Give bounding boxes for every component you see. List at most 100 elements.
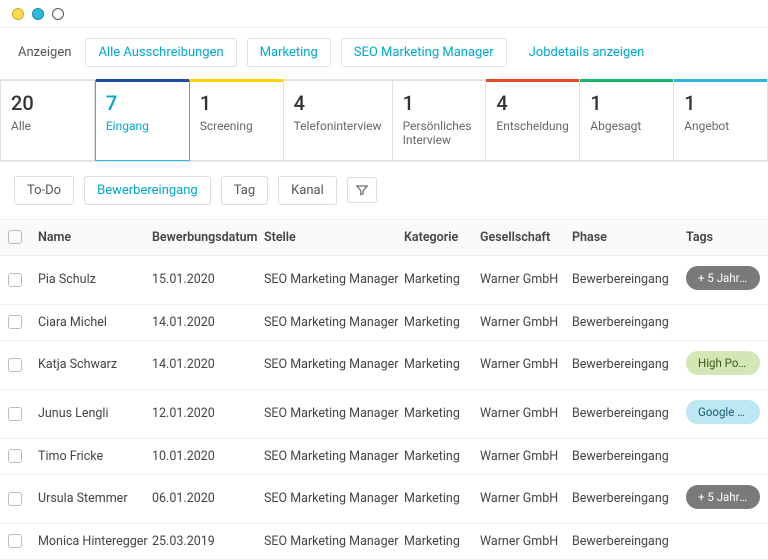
stage-color-bar <box>580 79 673 82</box>
filter-inbox[interactable]: Bewerbereingang <box>84 176 211 205</box>
stage-count: 1 <box>200 91 273 115</box>
stage-color-bar <box>674 79 767 82</box>
window-dot-blue <box>32 8 44 20</box>
cell-position: SEO Marketing Manager <box>264 357 400 372</box>
stage-telefoninterview[interactable]: 4 Telefoninterview <box>284 80 393 161</box>
stage-color-bar <box>486 79 579 82</box>
stage-label: Angebot <box>684 119 757 133</box>
table-row[interactable]: Ursula Stemmer06.01.2020SEO Marketing Ma… <box>0 475 768 524</box>
job-details-link[interactable]: Jobdetails anzeigen <box>517 39 657 66</box>
tag-pill[interactable]: High Potential <box>686 351 760 375</box>
filter-tag[interactable]: Tag <box>221 176 268 205</box>
cell-category: Marketing <box>404 272 476 287</box>
col-phase[interactable]: Phase <box>572 230 682 245</box>
cell-tags: + 5 Jahre Berufser... <box>686 266 760 294</box>
cell-name: Katja Schwarz <box>38 357 148 372</box>
cell-category: Marketing <box>404 357 476 372</box>
tag-pill[interactable]: + 5 Jahre Berufser... <box>686 266 760 290</box>
row-checkbox[interactable] <box>8 492 22 506</box>
crumb-all-postings[interactable]: Alle Ausschreibungen <box>85 38 236 67</box>
filter-icon[interactable] <box>347 177 377 203</box>
col-tags[interactable]: Tags <box>686 230 760 245</box>
table-body: Pia Schulz15.01.2020SEO Marketing Manage… <box>0 256 768 560</box>
stage-label: Persönliches Interview <box>403 119 476 148</box>
cell-date: 10.01.2020 <box>152 449 260 464</box>
cell-name: Timo Fricke <box>38 449 148 464</box>
col-name[interactable]: Name <box>38 230 148 245</box>
row-checkbox[interactable] <box>8 315 22 329</box>
cell-position: SEO Marketing Manager <box>264 491 400 506</box>
col-position[interactable]: Stelle <box>264 230 400 245</box>
stage-eingang[interactable]: 7Eingang <box>95 80 190 161</box>
stage-count: 1 <box>684 91 757 115</box>
stage-color-bar <box>96 79 189 82</box>
crumb-position[interactable]: SEO Marketing Manager <box>341 38 507 67</box>
table-row[interactable]: Katja Schwarz 14.01.2020 SEO Marketing Man… <box>0 341 768 390</box>
table-row[interactable]: Junus Lengli12.01.2020SEO Marketing Mana… <box>0 390 768 439</box>
cell-position: SEO Marketing Manager <box>264 534 400 549</box>
table-row[interactable]: Pia Schulz15.01.2020SEO Marketing Manage… <box>0 256 768 305</box>
cell-position: SEO Marketing Manager <box>264 406 400 421</box>
stage-count: 1 <box>590 91 663 115</box>
cell-phase: Bewerbereingang <box>572 357 682 372</box>
cell-category: Marketing <box>404 534 476 549</box>
cell-company: Warner GmbH <box>480 357 568 372</box>
stage-count: 1 <box>403 91 476 115</box>
stage-label: Telefoninterview <box>294 119 382 133</box>
stage-alle[interactable]: 20Alle <box>0 80 95 161</box>
stage-label: Entscheidung <box>496 119 569 133</box>
stage-entscheidung[interactable]: 4 Entscheidung <box>486 80 580 161</box>
table-row[interactable]: Monica Hinteregger 25.03.2019 SEO Marketin… <box>0 524 768 560</box>
stage-label: Alle <box>11 119 84 133</box>
cell-tags: + 5 Jahre Berufser... <box>686 485 760 513</box>
cell-category: Marketing <box>404 406 476 421</box>
cell-date: 14.01.2020 <box>152 315 260 330</box>
cell-company: Warner GmbH <box>480 272 568 287</box>
cell-date: 12.01.2020 <box>152 406 260 421</box>
filter-todo[interactable]: To-Do <box>14 176 74 205</box>
col-category[interactable]: Kategorie <box>404 230 476 245</box>
cell-date: 15.01.2020 <box>152 272 260 287</box>
cell-phase: Bewerbereingang <box>572 406 682 421</box>
cell-date: 14.01.2020 <box>152 357 260 372</box>
filter-channel[interactable]: Kanal <box>278 176 337 205</box>
stage-count: 4 <box>294 91 382 115</box>
tag-pill[interactable]: + 5 Jahre Berufser... <box>686 485 760 509</box>
cell-tags: High Potential <box>686 351 760 379</box>
col-date[interactable]: Bewerbungsdatum <box>152 230 260 245</box>
stage-angebot[interactable]: 1 Angebot <box>674 80 768 161</box>
stage-screening[interactable]: 1Screening <box>190 80 284 161</box>
filter-bar: To-Do Bewerbereingang Tag Kanal <box>0 162 768 219</box>
cell-category: Marketing <box>404 491 476 506</box>
crumb-department[interactable]: Marketing <box>247 38 331 67</box>
stage-persönliches-interview[interactable]: 1 Persönliches Interview <box>393 80 487 161</box>
cell-category: Marketing <box>404 315 476 330</box>
cell-tags: Google Analytics <box>686 400 760 428</box>
window-dot-white <box>52 8 64 20</box>
stage-label: Abgesagt <box>590 119 663 133</box>
select-all-checkbox[interactable] <box>8 230 22 244</box>
row-checkbox[interactable] <box>8 407 22 421</box>
cell-position: SEO Marketing Manager <box>264 315 400 330</box>
table-row[interactable]: Ciara Michel14.01.2020SEO Marketing Mana… <box>0 305 768 341</box>
stage-count: 4 <box>496 91 569 115</box>
cell-company: Warner GmbH <box>480 406 568 421</box>
row-checkbox[interactable] <box>8 534 22 548</box>
cell-position: SEO Marketing Manager <box>264 272 400 287</box>
cell-date: 25.03.2019 <box>152 534 260 549</box>
row-checkbox[interactable] <box>8 273 22 287</box>
col-company[interactable]: Gesellschaft <box>480 230 568 245</box>
row-checkbox[interactable] <box>8 358 22 372</box>
window-dot-yellow <box>12 8 24 20</box>
window-titlebar <box>0 0 768 28</box>
stage-abgesagt[interactable]: 1 Abgesagt <box>580 80 674 161</box>
cell-name: Monica Hinteregger <box>38 534 148 549</box>
table-row[interactable]: Timo Fricke10.01.2020SEO Marketing Manag… <box>0 439 768 475</box>
stage-count: 7 <box>106 91 179 115</box>
cell-phase: Bewerbereingang <box>572 449 682 464</box>
row-checkbox[interactable] <box>8 449 22 463</box>
cell-company: Warner GmbH <box>480 491 568 506</box>
tag-pill[interactable]: Google Analytics <box>686 400 760 424</box>
cell-date: 06.01.2020 <box>152 491 260 506</box>
breadcrumb-bar: Anzeigen Alle Ausschreibungen Marketing … <box>0 28 768 80</box>
